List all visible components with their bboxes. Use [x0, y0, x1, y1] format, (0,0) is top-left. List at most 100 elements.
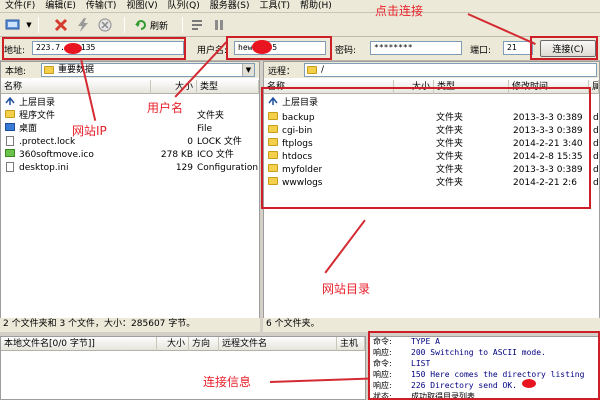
refresh-button[interactable]: 刷新	[134, 16, 178, 34]
pause-button[interactable]	[210, 16, 228, 34]
folder-icon	[307, 66, 317, 74]
local-row-type: 文件夹	[197, 111, 225, 121]
folder-icon	[44, 66, 54, 74]
remote-path-bar: 远程： /	[264, 62, 599, 78]
local-header-size[interactable]: 大小	[151, 80, 197, 94]
remote-row-attr: d	[593, 152, 599, 162]
port-value: 21	[507, 43, 517, 52]
local-status: 2 个文件夹和 3 个文件，大小：285607 字节。	[0, 318, 260, 332]
log-icon	[192, 20, 202, 30]
port-field[interactable]: 21	[503, 41, 533, 55]
site-manager-icon	[5, 19, 20, 30]
refresh-label: 刷新	[150, 21, 169, 32]
toolbar-separator	[182, 17, 183, 33]
ico-file-icon	[5, 149, 15, 157]
queue-header-local[interactable]: 本地文件名[0/0 字节]]	[1, 337, 157, 351]
local-path-bar: 本地: 重要数据 ▼	[1, 62, 259, 78]
local-row-lock[interactable]: .protect.lock 0 LOCK 文件	[5, 136, 255, 148]
quick-connect-button[interactable]	[74, 16, 92, 34]
remote-path-combo[interactable]: /	[304, 63, 597, 77]
local-row-desktop[interactable]: 桌面 File	[5, 123, 255, 135]
local-row-name: 上层目录	[19, 98, 56, 108]
queue-pane: 本地文件名[0/0 字节]] 大小 方向 远程文件名 主机	[0, 336, 366, 400]
close-x-icon	[54, 18, 68, 32]
chevron-down-icon: ▼	[26, 21, 32, 29]
site-manager-dropdown[interactable]: ▼	[24, 16, 34, 34]
password-value: ********	[374, 43, 413, 52]
stop-circle-icon	[98, 18, 112, 32]
local-row-name: 360softmove.ico	[19, 150, 94, 160]
menu-queue[interactable]: 队列(Q)	[163, 0, 205, 12]
pause-icon	[215, 20, 223, 30]
menu-help[interactable]: 帮助(H)	[295, 0, 337, 12]
queue-header-remote[interactable]: 远程文件名	[219, 337, 337, 351]
local-row-name: 程序文件	[19, 111, 56, 121]
site-manager-button[interactable]	[4, 16, 22, 34]
port-label: 端口:	[470, 46, 492, 56]
menu-file[interactable]: 文件(F)	[0, 0, 40, 12]
remote-path-value: /	[321, 65, 325, 75]
queue-header: 本地文件名[0/0 字节]] 大小 方向 远程文件名 主机	[1, 337, 365, 351]
remote-row-attr: d	[593, 126, 599, 136]
local-row-name: desktop.ini	[19, 163, 69, 173]
local-row-programs[interactable]: 程序文件 文件夹	[5, 110, 255, 122]
annotation-username: 用户名	[147, 101, 184, 115]
annotation-box-remote-dir	[261, 87, 591, 209]
local-row-size: 129	[175, 163, 193, 173]
local-path-value: 重要数据	[58, 65, 95, 75]
disconnect-button[interactable]	[52, 16, 70, 34]
annotation-box-username	[226, 36, 332, 60]
lightning-icon	[78, 18, 88, 32]
annotation-click-connect: 点击连接	[375, 4, 424, 18]
up-arrow-icon	[5, 97, 15, 105]
annotation-box-log	[368, 331, 600, 400]
menu-view[interactable]: 视图(V)	[121, 0, 162, 12]
remote-row-attr: d	[593, 178, 599, 188]
remote-row-attr: d	[593, 165, 599, 175]
remote-status: 6 个文件夹。	[263, 318, 600, 332]
queue-header-host[interactable]: 主机	[337, 337, 365, 351]
local-header: 名称 大小 类型	[1, 80, 259, 94]
local-row-name: 桌面	[19, 124, 38, 134]
toolbar-separator	[124, 17, 125, 33]
toolbar-separator	[38, 17, 39, 33]
local-row-parent[interactable]: 上层目录	[5, 97, 255, 109]
queue-header-direction[interactable]: 方向	[189, 337, 219, 351]
annotation-site-ip: 网站IP	[72, 124, 107, 138]
menu-bar: 文件(F) 编辑(E) 传输(T) 视图(V) 队列(Q) 服务器(S) 工具(…	[0, 0, 600, 13]
local-row-ini[interactable]: desktop.ini 129 Configuration	[5, 162, 258, 174]
local-row-type: ICO 文件	[197, 150, 234, 160]
local-row-size: 0	[187, 137, 193, 147]
local-header-name[interactable]: 名称	[1, 80, 151, 94]
annotation-conn-info: 连接信息	[203, 375, 252, 389]
local-row-ico[interactable]: 360softmove.ico 278 KB ICO 文件	[5, 149, 255, 161]
local-row-size: 278 KB	[160, 150, 193, 160]
menu-transfer[interactable]: 传输(T)	[81, 0, 122, 12]
local-header-type[interactable]: 类型	[197, 80, 259, 94]
password-label: 密码:	[335, 46, 357, 56]
stop-button[interactable]	[96, 16, 114, 34]
log-button[interactable]	[188, 16, 206, 34]
remote-label: 远程：	[268, 67, 296, 77]
local-row-type: File	[197, 124, 213, 134]
desktop-icon	[5, 123, 15, 131]
remote-row-attr: d	[593, 113, 599, 123]
menu-edit[interactable]: 编辑(E)	[40, 0, 81, 12]
file-icon	[6, 162, 14, 172]
annotation-box-connect	[530, 36, 598, 60]
queue-header-size[interactable]: 大小	[157, 337, 189, 351]
local-row-name: .protect.lock	[19, 137, 76, 147]
remote-row-attr: d	[593, 139, 599, 149]
local-path-combo[interactable]: 重要数据 ▼	[41, 63, 255, 77]
file-icon	[6, 136, 14, 146]
annotation-box-address	[2, 37, 186, 60]
local-pane: 本地: 重要数据 ▼ 名称 大小 类型 上层目录 程序文件 文件夹 桌面 Fil…	[0, 61, 260, 331]
refresh-icon	[135, 20, 146, 30]
menu-server[interactable]: 服务器(S)	[205, 0, 255, 12]
chevron-down-icon[interactable]: ▼	[242, 64, 254, 76]
annotation-site-dir: 网站目录	[322, 282, 371, 296]
menu-tools[interactable]: 工具(T)	[255, 0, 296, 12]
folder-icon	[5, 110, 15, 118]
password-field[interactable]: ********	[370, 41, 462, 55]
local-row-type: LOCK 文件	[197, 137, 242, 147]
